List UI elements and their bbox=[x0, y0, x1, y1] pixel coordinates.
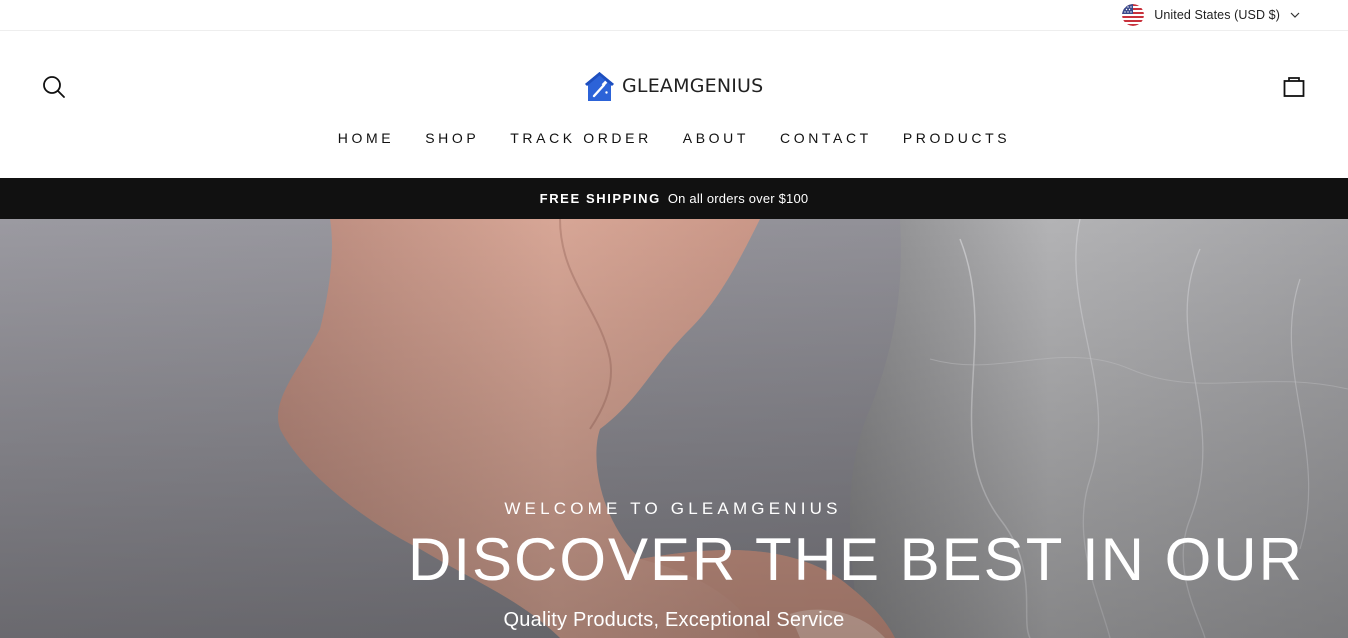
cart-bag-icon[interactable] bbox=[1281, 73, 1307, 99]
chevron-down-icon bbox=[1290, 12, 1300, 18]
hero-kicker-text: WELCOME TO GLEAMGENIUS bbox=[504, 499, 842, 518]
site-logo[interactable]: GLEAMGENIUS bbox=[583, 69, 763, 103]
nav-item-track-order[interactable]: TRACK ORDER bbox=[510, 127, 652, 149]
hero-title-container: DISCOVER THE BEST IN OUR bbox=[408, 525, 1309, 595]
hero-kicker: WELCOME TO GLEAMGENIUS bbox=[0, 499, 1348, 519]
main-nav: HOME SHOP TRACK ORDER ABOUT CONTACT PROD… bbox=[0, 127, 1348, 149]
hero-subtitle: Quality Products, Exceptional Service bbox=[503, 609, 845, 631]
nav-item-about[interactable]: ABOUT bbox=[683, 127, 749, 149]
site-header: GLEAMGENIUS HOME SHOP TRACK ORDER ABOUT … bbox=[0, 31, 1348, 178]
hero-title: DISCOVER THE BEST IN OUR bbox=[408, 526, 1304, 593]
currency-label: United States (USD $) bbox=[1154, 8, 1280, 22]
hero-banner: WELCOME TO GLEAMGENIUS DISCOVER THE BEST… bbox=[0, 219, 1348, 638]
announcement-strong: FREE SHIPPING bbox=[539, 191, 661, 206]
announcement-text: On all orders over $100 bbox=[667, 191, 809, 206]
nav-item-products[interactable]: PRODUCTS bbox=[903, 127, 1010, 149]
nav-item-shop[interactable]: SHOP bbox=[425, 127, 479, 149]
us-flag-icon bbox=[1122, 4, 1145, 26]
nav-item-home[interactable]: HOME bbox=[338, 127, 394, 149]
nav-item-contact[interactable]: CONTACT bbox=[780, 127, 872, 149]
logo-text: GLEAMGENIUS bbox=[622, 75, 764, 97]
search-icon[interactable] bbox=[41, 74, 67, 100]
currency-selector[interactable]: United States (USD $) bbox=[1122, 4, 1300, 26]
top-utility-bar: United States (USD $) bbox=[0, 0, 1348, 31]
announcement-bar[interactable]: FREE SHIPPING On all orders over $100 bbox=[0, 178, 1348, 219]
house-logo-icon bbox=[585, 71, 614, 101]
